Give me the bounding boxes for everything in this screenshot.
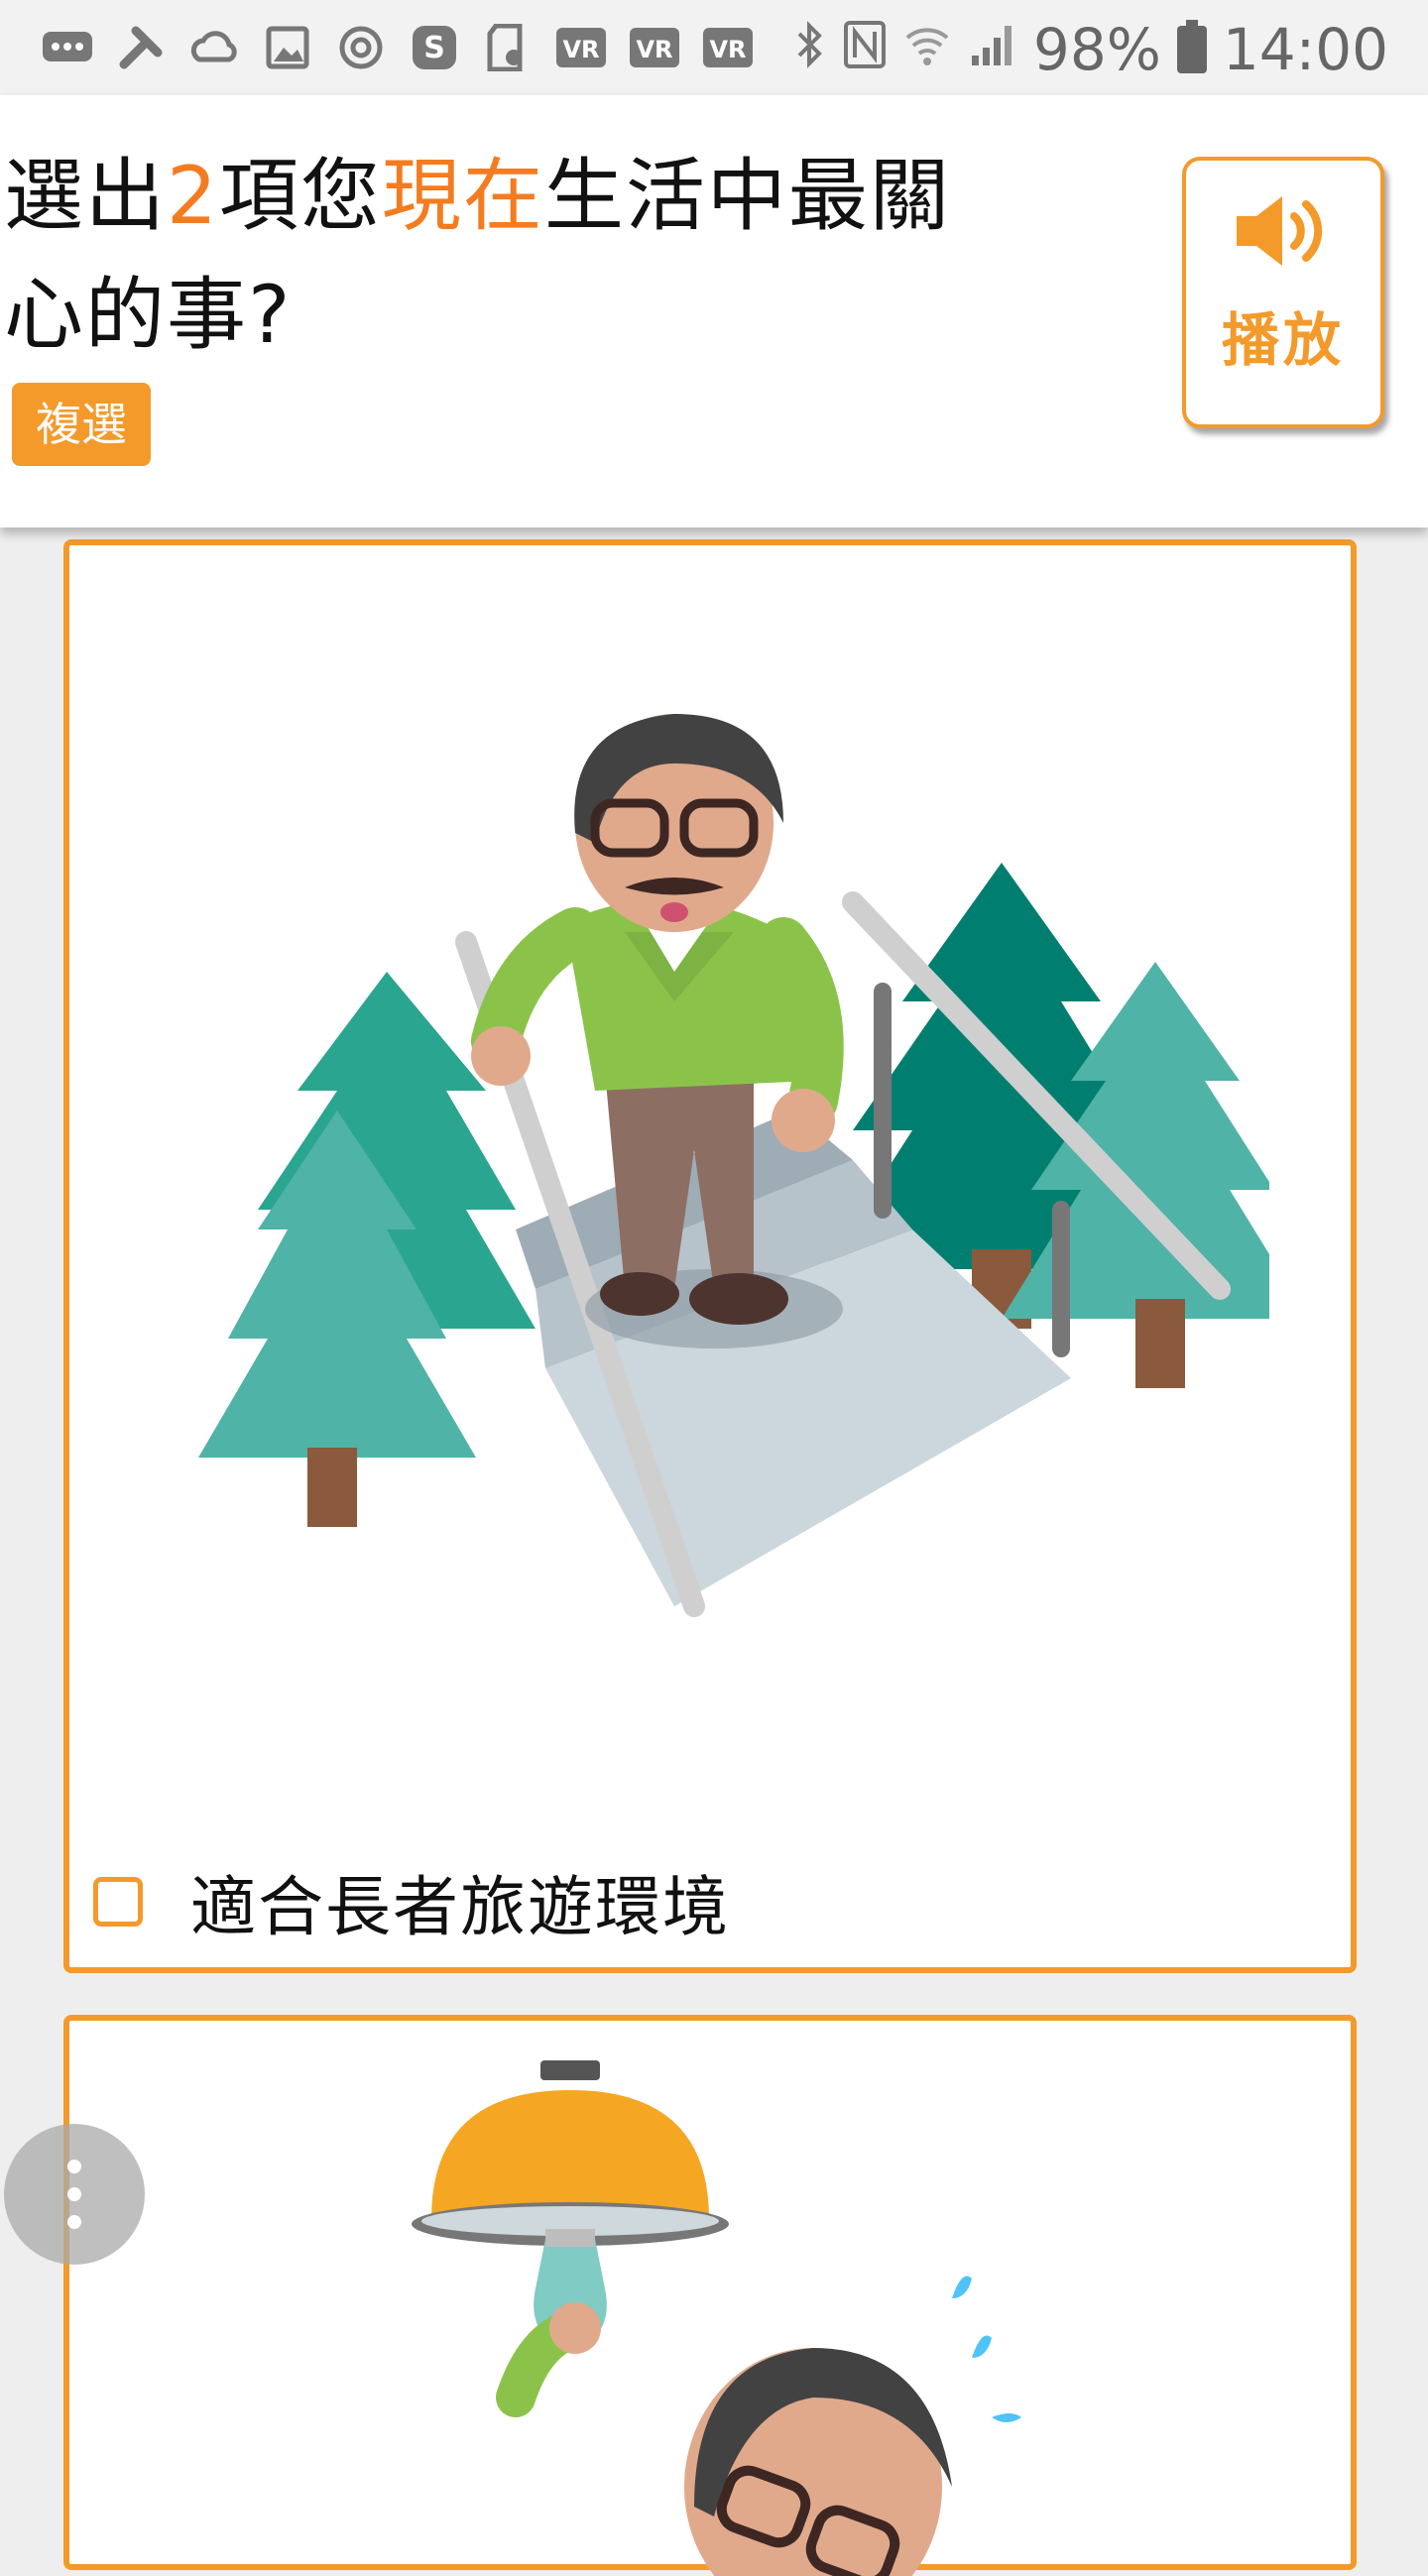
play-button[interactable]: 播放 (1182, 157, 1384, 428)
elderly-man-lightbulb-illustration (412, 2060, 1021, 2576)
option-checkbox-1[interactable] (93, 1877, 143, 1927)
speaker-icon (1237, 196, 1323, 266)
option-card-1[interactable]: 適合長者旅遊環境 (63, 539, 1357, 1973)
svg-text:VR: VR (562, 36, 599, 63)
floating-menu-button[interactable] (4, 2124, 145, 2265)
more-vertical-icon (67, 2160, 81, 2173)
multi-select-badge: 複選 (12, 383, 151, 466)
sd-card-icon (480, 20, 536, 75)
vr-icon: VR (700, 20, 756, 75)
question-part1: 選出 (4, 150, 167, 242)
tools-icon (113, 20, 169, 75)
question-part2: 項您 (218, 150, 382, 242)
wifi-icon (902, 16, 952, 83)
notification-icons: S VR VR VR (40, 18, 756, 77)
option-card-2[interactable] (63, 2015, 1357, 2576)
svg-text:S: S (423, 31, 445, 65)
clock: 14:00 (1222, 16, 1388, 83)
elderly-man-stairs-illustration (198, 714, 1269, 1617)
question-highlight: 現在 (381, 150, 544, 242)
system-status: 98% 14:00 (793, 10, 1388, 89)
signal-icon (968, 16, 1017, 83)
vr-icon: VR (627, 20, 682, 75)
skype-icon: S (407, 20, 462, 75)
svg-text:VR: VR (636, 36, 672, 63)
option-label-1: 適合長者旅遊環境 (190, 1869, 730, 1945)
status-bar: S VR VR VR 98% 14:00 (0, 0, 1428, 95)
more-vertical-icon (67, 2187, 81, 2201)
cloud-sync-icon (186, 20, 242, 75)
question-count: 2 (167, 150, 219, 242)
power-circle-icon (333, 20, 389, 75)
more-vertical-icon (67, 2215, 81, 2229)
svg-text:VR: VR (709, 36, 746, 63)
image-icon (260, 20, 315, 75)
battery-icon (1176, 20, 1207, 73)
question-text: 選出2項您現在生活中最關心的事? (4, 137, 976, 375)
battery-percent: 98% (1032, 16, 1161, 83)
message-icon (40, 20, 95, 75)
option-row-1[interactable]: 適合長者旅遊環境 (93, 1854, 730, 1949)
question-header: 選出2項您現在生活中最關心的事? 複選 播放 (0, 95, 1428, 527)
nfc-icon (843, 16, 887, 83)
play-button-label: 播放 (1221, 306, 1345, 374)
vr-icon: VR (553, 20, 609, 75)
bluetooth-icon (793, 16, 827, 83)
